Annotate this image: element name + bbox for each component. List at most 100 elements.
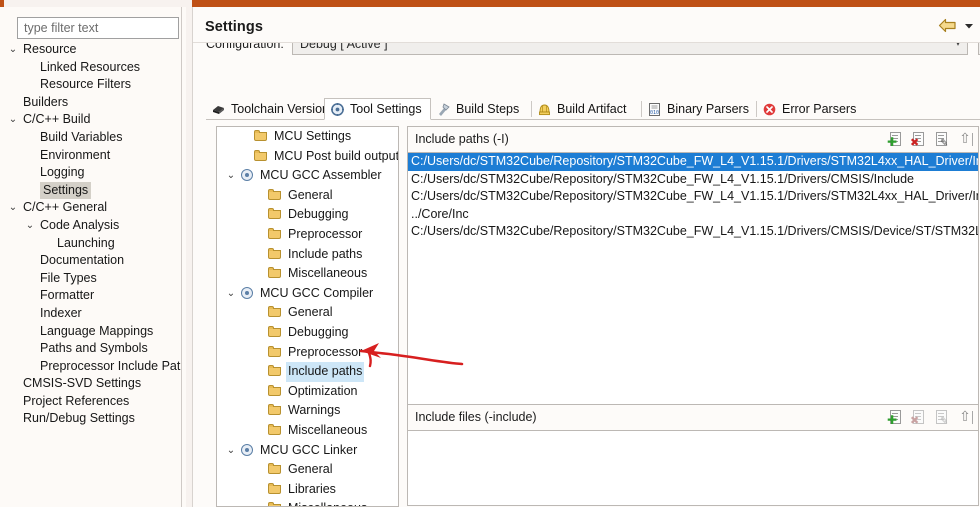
tool-tree-item-general[interactable]: General bbox=[217, 460, 398, 480]
tab-error-parsers[interactable]: Error Parsers bbox=[757, 98, 864, 120]
sidebar-panel: ⌄ Resource Linked Resources Resource Filter… bbox=[5, 7, 182, 507]
edit-icon[interactable]: ✎ bbox=[933, 131, 950, 149]
sidebar-item-label: Linked Resources bbox=[40, 59, 141, 74]
sidebar-item-paths-and-symbols[interactable]: Paths and Symbols bbox=[5, 340, 187, 358]
folder-icon bbox=[267, 188, 283, 202]
configuration-combo[interactable]: Debug [ Active ] ▾ bbox=[292, 43, 968, 55]
folder-icon bbox=[267, 403, 283, 417]
toolchain-icon bbox=[211, 102, 226, 117]
tool-tree-item-debugging[interactable]: Debugging bbox=[217, 205, 398, 225]
tab-build-steps[interactable]: Build Steps bbox=[431, 98, 532, 120]
chevron-down-icon[interactable]: ⌄ bbox=[7, 111, 19, 129]
tool-tree-item-preprocessor[interactable]: Preprocessor bbox=[217, 225, 398, 245]
configuration-row: Configuration: Debug [ Active ] ▾ Manage… bbox=[206, 43, 980, 56]
include-path-row[interactable]: C:/Users/dc/STM32Cube/Repository/STM32Cu… bbox=[408, 153, 978, 171]
tool-tree-item-warnings[interactable]: Warnings bbox=[217, 401, 398, 421]
page-title: Settings bbox=[205, 19, 263, 35]
sidebar-item-label: Build Variables bbox=[40, 129, 123, 144]
chevron-down-icon[interactable] bbox=[964, 19, 974, 33]
sidebar-item-label: CMSIS-SVD Settings bbox=[23, 376, 142, 391]
tool-tree-item-general[interactable]: General bbox=[217, 186, 398, 206]
filter-input[interactable] bbox=[17, 17, 179, 39]
sidebar-item-resource[interactable]: ⌄ Resource bbox=[5, 41, 187, 59]
chevron-down-icon[interactable]: ⌄ bbox=[225, 284, 237, 304]
tool-tree-item-mcu-gcc-compiler[interactable]: ⌄ MCU GCC Compiler bbox=[217, 284, 398, 304]
tool-tree-item-include-paths[interactable]: Include paths bbox=[217, 245, 398, 265]
sidebar-item-c-c-build[interactable]: ⌄ C/C++ Build bbox=[5, 111, 187, 129]
error-parsers-icon bbox=[762, 102, 777, 117]
sidebar-item-code-analysis[interactable]: ⌄ Code Analysis bbox=[5, 217, 187, 235]
tool-tree-item-libraries[interactable]: Libraries bbox=[217, 480, 398, 500]
sidebar-item-label: Builders bbox=[23, 94, 69, 109]
tool-tree-item-label: Debugging bbox=[288, 207, 349, 222]
tool-tree-item-label: General bbox=[288, 305, 333, 320]
delete-icon[interactable]: ✖ bbox=[910, 131, 927, 148]
tool-tree-item-content: Preprocessor bbox=[267, 345, 364, 359]
tool-tree-item-mcu-gcc-linker[interactable]: ⌄ MCU GCC Linker bbox=[217, 441, 398, 461]
folder-icon bbox=[253, 149, 269, 163]
tool-tree-item-preprocessor[interactable]: Preprocessor bbox=[217, 343, 398, 363]
back-arrow-icon[interactable] bbox=[938, 18, 957, 33]
sidebar-item-build-variables[interactable]: Build Variables bbox=[5, 129, 187, 147]
include-path-row[interactable]: C:/Users/dc/STM32Cube/Repository/STM32Cu… bbox=[408, 188, 978, 206]
tool-tree-item-mcu-settings[interactable]: MCU Settings bbox=[217, 127, 398, 147]
include-path-row[interactable]: ../Core/Inc bbox=[408, 206, 978, 224]
tab-build-artifact[interactable]: Build Artifact bbox=[532, 98, 642, 120]
tool-tree-item-mcu-post-build-outputs[interactable]: MCU Post build outputs bbox=[217, 147, 398, 167]
tool-tree-item-content: Miscellaneous bbox=[267, 266, 369, 280]
tool-tree-item-optimization[interactable]: Optimization bbox=[217, 382, 398, 402]
chevron-down-icon[interactable]: ⌄ bbox=[7, 41, 19, 59]
folder-icon bbox=[267, 364, 283, 378]
sidebar-item-logging[interactable]: Logging bbox=[5, 164, 187, 182]
tool-tree-item-content: MCU Settings bbox=[253, 129, 353, 143]
settings-sidebar: ⌄ Resource Linked Resources Resource Filter… bbox=[0, 7, 186, 507]
chevron-down-icon[interactable]: ⌄ bbox=[24, 217, 36, 235]
add-icon[interactable]: ✚ bbox=[887, 409, 904, 426]
add-icon[interactable]: ✚ bbox=[887, 131, 904, 148]
tab-toolchain-version[interactable]: Toolchain Version bbox=[206, 98, 329, 120]
sidebar-item-builders[interactable]: Builders bbox=[5, 94, 187, 112]
tool-tree-item-miscellaneous[interactable]: Miscellaneous bbox=[217, 421, 398, 441]
tool-tree-item-miscellaneous[interactable]: Miscellaneous bbox=[217, 499, 398, 506]
tool-tree-item-general[interactable]: General bbox=[217, 303, 398, 323]
binary-parsers-icon: 010 bbox=[647, 102, 662, 117]
sidebar-item-language-mappings[interactable]: Language Mappings bbox=[5, 323, 187, 341]
tool-tree-item-content: General bbox=[267, 462, 334, 476]
tool-tree-item-debugging[interactable]: Debugging bbox=[217, 323, 398, 343]
move-up-icon[interactable]: ⇧ bbox=[956, 131, 973, 148]
folder-icon bbox=[267, 384, 283, 398]
tab-tool-settings[interactable]: Tool Settings bbox=[324, 98, 431, 120]
sidebar-item-resource-filters[interactable]: Resource Filters bbox=[5, 76, 187, 94]
chevron-down-icon[interactable]: ⌄ bbox=[225, 441, 237, 461]
sidebar-item-file-types[interactable]: File Types bbox=[5, 270, 187, 288]
tool-tree-item-include-paths[interactable]: Include paths bbox=[217, 362, 398, 382]
tool-tree-item-mcu-gcc-assembler[interactable]: ⌄ MCU GCC Assembler bbox=[217, 166, 398, 186]
sidebar-item-project-references[interactable]: Project References bbox=[5, 393, 187, 411]
sidebar-item-label: Formatter bbox=[40, 288, 95, 303]
include-path-row[interactable]: C:/Users/dc/STM32Cube/Repository/STM32Cu… bbox=[408, 223, 978, 241]
chevron-down-icon[interactable]: ⌄ bbox=[225, 166, 237, 186]
sidebar-item-settings[interactable]: Settings bbox=[5, 181, 187, 200]
tool-tree-item-label: MCU GCC Assembler bbox=[260, 168, 382, 183]
sidebar-item-formatter[interactable]: Formatter bbox=[5, 287, 187, 305]
include-paths-list[interactable]: C:/Users/dc/STM32Cube/Repository/STM32Cu… bbox=[407, 152, 979, 422]
folder-icon bbox=[267, 227, 283, 241]
include-files-header: Include files (-include) ✚ ✖ ✎ ⇧ bbox=[407, 404, 979, 430]
include-files-list[interactable] bbox=[407, 430, 979, 506]
sidebar-item-c-c-general[interactable]: ⌄ C/C++ General bbox=[5, 199, 187, 217]
sidebar-item-documentation[interactable]: Documentation bbox=[5, 252, 187, 270]
sidebar-item-indexer[interactable]: Indexer bbox=[5, 305, 187, 323]
sidebar-item-linked-resources[interactable]: Linked Resources bbox=[5, 59, 187, 77]
tool-tree-item-content: MCU GCC Compiler bbox=[239, 286, 375, 300]
sidebar-item-cmsis-svd-settings[interactable]: CMSIS-SVD Settings bbox=[5, 375, 187, 393]
tab-binary-parsers[interactable]: 010 Binary Parsers bbox=[642, 98, 757, 120]
chevron-down-icon[interactable]: ⌄ bbox=[7, 199, 19, 217]
include-path-row[interactable]: C:/Users/dc/STM32Cube/Repository/STM32Cu… bbox=[408, 171, 978, 189]
sidebar-item-preprocessor-include-pat[interactable]: Preprocessor Include Pat bbox=[5, 358, 187, 376]
sidebar-item-label: Language Mappings bbox=[40, 323, 154, 338]
sidebar-item-launching[interactable]: Launching bbox=[5, 235, 187, 253]
sidebar-item-environment[interactable]: Environment bbox=[5, 147, 187, 165]
sidebar-item-run-debug-settings[interactable]: Run/Debug Settings bbox=[5, 410, 187, 428]
tab-label: Toolchain Version bbox=[231, 102, 329, 116]
tool-tree-item-miscellaneous[interactable]: Miscellaneous bbox=[217, 264, 398, 284]
